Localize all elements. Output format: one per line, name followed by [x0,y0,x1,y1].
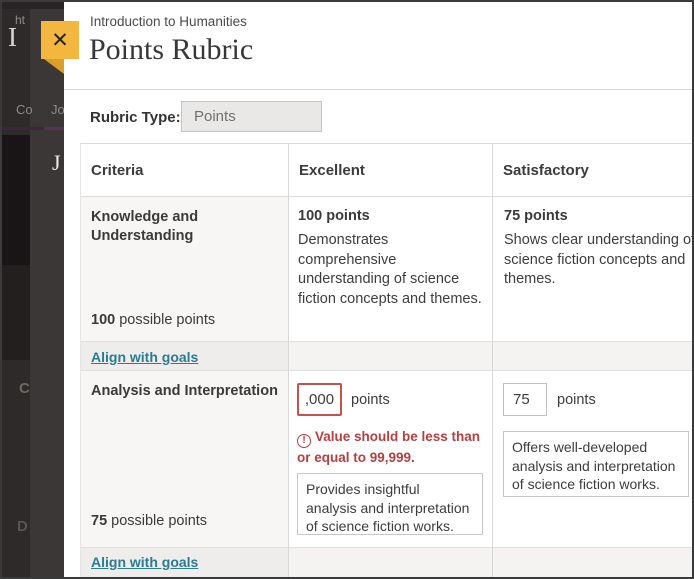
possible-points: 75possible points [91,513,207,529]
level-points: 75 points [504,208,694,224]
align-row-spacer [289,341,493,371]
dimmed-journal-heading-fragment: J [52,150,61,176]
screenshot-root: ht I Co Jo J C D Introduction to Humanit… [0,0,694,579]
dimmed-tab-journal: Jo [51,102,64,117]
dimmed-hero-image [0,135,30,265]
possible-points-label: possible points [119,312,215,328]
level-description: Demonstrates comprehensive understanding… [298,231,490,309]
close-icon: ✕ [51,28,69,53]
excellent-cell-analysis: points !Value should be less than or equ… [289,371,493,547]
column-header-satisfactory: Satisfactory [493,144,694,197]
page-title: Points Rubric [89,33,253,67]
dimmed-text-fragment-d: D [17,518,28,535]
align-row-spacer [289,547,493,579]
satisfactory-cell-analysis: points Offers well-developed analysis an… [493,371,694,547]
dimmed-page-heading-fragment: I [8,22,17,53]
dimmed-hero-image-lower [0,265,30,360]
level-description: Shows clear understanding of science fic… [504,231,694,290]
align-row-spacer [493,547,694,579]
possible-points: 100possible points [91,312,215,328]
dimmed-active-tab-indicator [44,127,64,130]
criteria-cell-knowledge: Knowledge and Understanding 100possible … [81,197,289,341]
header-divider [64,89,694,90]
column-header-excellent: Excellent [289,144,493,197]
rubric-type-input [181,101,322,132]
column-header-criteria: Criteria [81,144,289,197]
points-suffix: points [351,392,390,408]
dimmed-page-topbar [0,0,64,9]
rubric-table: Criteria Excellent Satisfactory Knowledg… [80,143,694,579]
criterion-title: Knowledge and Understanding [91,208,261,245]
criterion-title: Analysis and Interpretation [91,383,286,399]
level-points: 100 points [298,208,370,224]
align-with-goals-link[interactable]: Align with goals [91,554,198,570]
error-icon: ! [297,434,311,448]
satisfactory-points-input[interactable] [503,383,547,416]
close-button[interactable]: ✕ [41,21,79,59]
dimmed-text-fragment-c: C [19,380,30,397]
align-row-knowledge: Align with goals [81,341,289,371]
satisfactory-description-textarea[interactable]: Offers well-developed analysis and inter… [503,431,689,497]
validation-error: !Value should be less than or equal to 9… [297,427,493,467]
excellent-description-textarea[interactable]: Provides insightful analysis and interpr… [297,473,483,535]
possible-points-value: 75 [91,513,107,529]
excellent-cell-knowledge: 100 points Demonstrates comprehensive un… [289,197,493,341]
satisfactory-cell-knowledge: 75 points Shows clear understanding of s… [493,197,694,341]
align-row-analysis: Align with goals [81,547,289,579]
possible-points-value: 100 [91,312,115,328]
criteria-cell-analysis: Analysis and Interpretation 75possible p… [81,371,289,547]
points-rubric-modal: Introduction to Humanities Points Rubric… [64,0,694,579]
dimmed-tab-content: Co [16,102,33,117]
align-row-spacer [493,341,694,371]
close-button-tail [44,59,64,74]
possible-points-label: possible points [111,513,207,529]
course-title: Introduction to Humanities [90,14,247,29]
error-text: Value should be less than or equal to 99… [297,429,480,465]
rubric-type-label: Rubric Type: [90,109,181,126]
dimmed-page-background: ht I Co Jo J C D [0,0,64,579]
excellent-points-input[interactable] [297,383,342,416]
align-with-goals-link[interactable]: Align with goals [91,349,198,365]
points-suffix: points [557,392,596,408]
